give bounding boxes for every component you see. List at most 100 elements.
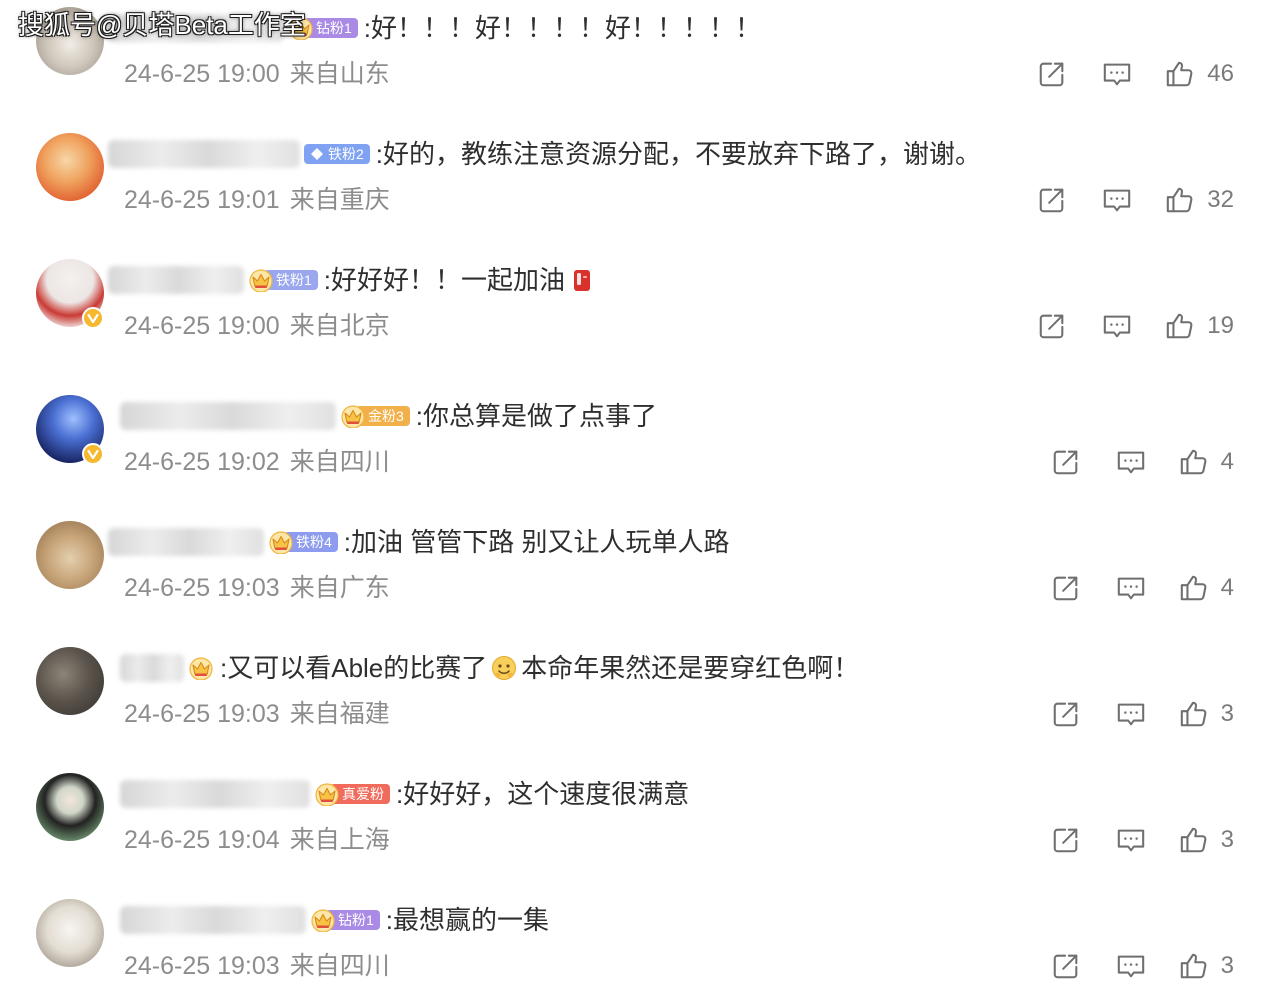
comment-line: :又可以看Able的比赛了 本命年果然还是要穿红色啊！ — [108, 652, 859, 684]
comment-icon — [1117, 829, 1144, 852]
avatar[interactable] — [36, 773, 104, 841]
fan-badge[interactable]: 真爱粉 — [314, 781, 390, 807]
comment-actions: 4 — [1051, 572, 1234, 604]
reply-button[interactable] — [1116, 825, 1146, 855]
comment-location: 来自四川 — [289, 448, 390, 476]
username-blurred[interactable] — [108, 528, 264, 556]
share-icon — [1053, 576, 1077, 601]
thumbs-up-icon — [1180, 701, 1207, 727]
comment-icon — [1104, 315, 1131, 338]
comment-icon — [1104, 63, 1131, 86]
comment-actions: 4 — [1051, 446, 1234, 478]
comment-meta: 24-6-25 19:00 来自山东 — [124, 58, 390, 90]
like-count: 4 — [1220, 574, 1234, 601]
crown-icon — [249, 269, 273, 292]
comment-location: 来自上海 — [289, 826, 390, 854]
comment-meta: 24-6-25 19:02 来自四川 — [124, 446, 390, 478]
like-count: 3 — [1220, 952, 1234, 979]
reply-button[interactable] — [1102, 185, 1132, 215]
comment-location: 来自北京 — [289, 312, 390, 340]
reply-button[interactable] — [1116, 573, 1146, 603]
comment-actions: 3 — [1051, 824, 1234, 856]
comment-text: :又可以看Able的比赛了 — [220, 653, 488, 683]
share-button[interactable] — [1037, 59, 1067, 89]
like-button[interactable]: 3 — [1179, 950, 1234, 982]
comment-line: 钻粉1 :最想赢的一集 — [108, 904, 549, 936]
comment-meta: 24-6-25 19:03 来自四川 — [124, 950, 390, 982]
comment-text: :好好好！！一起加油 — [323, 265, 566, 295]
share-icon — [1040, 314, 1064, 339]
share-icon — [1053, 702, 1077, 727]
fan-badge[interactable]: 金粉3 — [340, 403, 410, 429]
like-button[interactable]: 4 — [1179, 446, 1234, 478]
fan-badge[interactable]: 铁粉2 — [304, 141, 370, 167]
share-button[interactable] — [1037, 311, 1067, 341]
share-icon — [1053, 954, 1077, 979]
username-blurred[interactable] — [120, 402, 336, 430]
fan-badge[interactable]: 钻粉1 — [310, 907, 380, 933]
comment-icon — [1117, 451, 1144, 474]
comment-time: 24-6-25 19:01 — [124, 186, 280, 214]
fan-badge[interactable]: 铁粉1 — [248, 267, 318, 293]
like-button[interactable]: 4 — [1179, 572, 1234, 604]
comment-text: :好的，教练注意资源分配，不要放弃下路了，谢谢。 — [375, 139, 982, 169]
like-button[interactable]: 46 — [1165, 58, 1234, 90]
comment-text-continued: 本命年果然还是要穿红色啊！ — [521, 653, 860, 683]
reply-button[interactable] — [1116, 447, 1146, 477]
comment-icon — [1117, 955, 1144, 978]
comment-actions: 19 — [1037, 310, 1234, 342]
verified-badge-icon — [82, 443, 104, 465]
comment-item: 钻粉1 :最想赢的一集 24-6-25 19:03 来自四川 3 — [0, 892, 1264, 1002]
thumbs-up-icon — [1180, 953, 1207, 979]
yellow-face-emoji-icon — [491, 655, 517, 681]
like-count: 4 — [1220, 448, 1234, 475]
like-button[interactable]: 32 — [1165, 184, 1234, 216]
like-button[interactable]: 19 — [1165, 310, 1234, 342]
share-button[interactable] — [1051, 825, 1081, 855]
fan-badge[interactable] — [188, 655, 214, 681]
comment-line: 铁粉4 :加油 管管下路 别又让人玩单人路 — [108, 526, 729, 558]
comment-actions: 46 — [1037, 58, 1234, 90]
fan-badge[interactable]: 铁粉4 — [268, 529, 338, 555]
avatar[interactable] — [36, 647, 104, 715]
reply-button[interactable] — [1102, 59, 1132, 89]
comment-location: 来自福建 — [289, 700, 390, 728]
username-blurred[interactable] — [120, 906, 306, 934]
reply-button[interactable] — [1116, 699, 1146, 729]
reply-button[interactable] — [1102, 311, 1132, 341]
avatar[interactable] — [36, 899, 104, 967]
comment-actions: 3 — [1051, 950, 1234, 982]
share-icon — [1040, 62, 1064, 87]
comment-time: 24-6-25 19:00 — [124, 60, 280, 88]
watermark: 搜狐号@贝塔Beta工作室 — [18, 10, 306, 40]
username-blurred[interactable] — [108, 266, 244, 294]
username-blurred[interactable] — [108, 140, 300, 168]
like-button[interactable]: 3 — [1179, 698, 1234, 730]
crown-icon — [341, 405, 365, 428]
share-button[interactable] — [1051, 951, 1081, 981]
crown-icon — [189, 657, 213, 680]
username-blurred[interactable] — [120, 654, 184, 682]
share-button[interactable] — [1051, 573, 1081, 603]
avatar[interactable] — [36, 133, 104, 201]
comment-text: :最想赢的一集 — [385, 905, 550, 935]
comment-icon — [1104, 189, 1131, 212]
share-button[interactable] — [1051, 699, 1081, 729]
comment-text: :加油 管管下路 别又让人玩单人路 — [343, 527, 730, 557]
share-button[interactable] — [1037, 185, 1067, 215]
like-count: 32 — [1207, 186, 1234, 213]
comment-location: 来自广东 — [289, 574, 390, 602]
comment-time: 24-6-25 19:02 — [124, 448, 280, 476]
like-button[interactable]: 3 — [1179, 824, 1234, 856]
comment-actions: 3 — [1051, 698, 1234, 730]
reply-button[interactable] — [1116, 951, 1146, 981]
comment-item: 真爱粉 :好好好，这个速度很满意 24-6-25 19:04 来自上海 3 — [0, 766, 1264, 876]
comment-time: 24-6-25 19:03 — [124, 700, 280, 728]
share-icon — [1053, 828, 1077, 853]
avatar[interactable] — [36, 521, 104, 589]
comment-line: 真爱粉 :好好好，这个速度很满意 — [108, 778, 689, 810]
share-button[interactable] — [1051, 447, 1081, 477]
username-blurred[interactable] — [120, 780, 310, 808]
comment-item: :又可以看Able的比赛了 本命年果然还是要穿红色啊！ 24-6-25 19:0… — [0, 640, 1264, 750]
thumbs-up-icon — [1167, 61, 1193, 87]
